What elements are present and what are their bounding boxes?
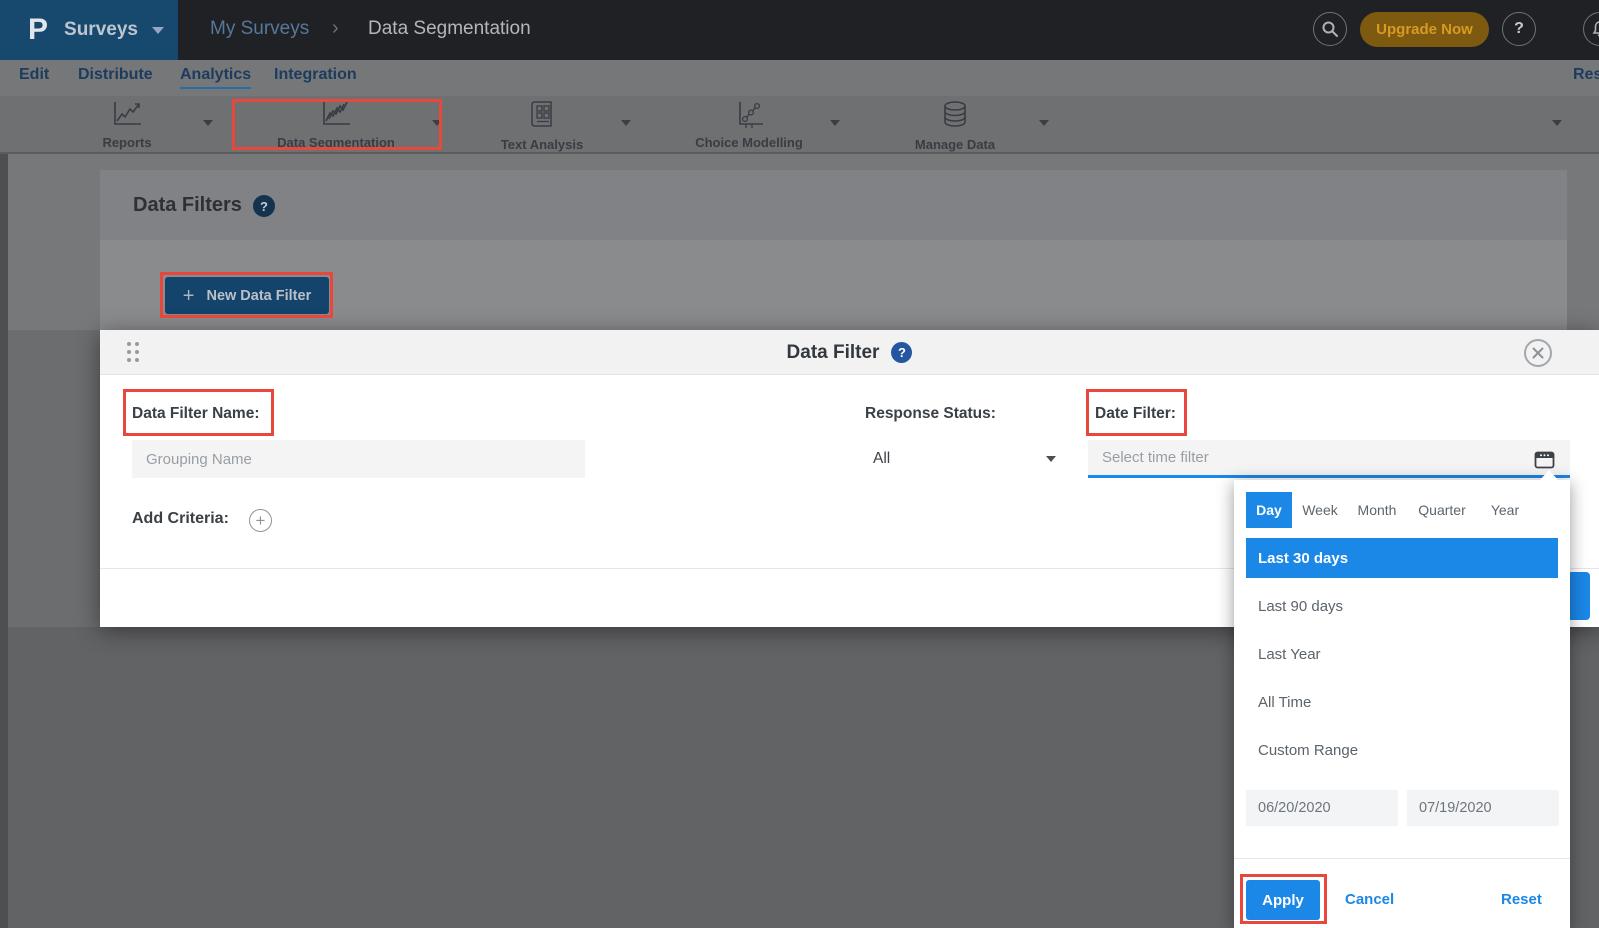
brand-logo-icon: P (28, 13, 48, 47)
product-name: Surveys (64, 19, 138, 41)
response-status-label: Response Status: (865, 405, 996, 423)
more-tools-dropdown-caret[interactable] (1552, 120, 1562, 126)
tab-quarter[interactable]: Quarter (1414, 492, 1470, 528)
data-filters-help-icon[interactable]: ? (253, 195, 275, 217)
reports-dropdown-caret[interactable] (203, 120, 213, 126)
toolbar-label: Choice Modelling (674, 135, 824, 150)
option-last-90-days[interactable]: Last 90 days (1246, 586, 1558, 626)
question-mark-glyph: ? (260, 199, 268, 214)
page-title: Data Filters (133, 194, 242, 217)
tab-day[interactable]: Day (1246, 492, 1292, 528)
dropdown-notch (1540, 470, 1558, 480)
cancel-link[interactable]: Cancel (1345, 891, 1394, 908)
plus-icon: + (256, 511, 266, 531)
database-icon (940, 100, 970, 130)
upgrade-now-button[interactable]: Upgrade Now (1360, 12, 1489, 47)
segmentation-chart-icon (319, 100, 353, 128)
dropdown-footer-separator (1234, 858, 1570, 859)
date-filter-label: Date Filter: (1095, 405, 1176, 423)
help-button[interactable]: ? (1502, 12, 1536, 46)
modal-close-button[interactable] (1524, 339, 1552, 367)
toolbar-label: Reports (52, 135, 202, 150)
tab-analytics[interactable]: Analytics (180, 66, 251, 89)
tab-distribute[interactable]: Distribute (78, 66, 153, 84)
breadcrumb-my-surveys[interactable]: My Surveys (210, 18, 309, 40)
tab-week[interactable]: Week (1298, 492, 1342, 528)
toolbar-label: Data Segmentation (261, 135, 411, 150)
chevron-down-icon (1046, 456, 1056, 462)
chevron-down-icon (152, 27, 164, 34)
add-criteria-button[interactable]: + (249, 509, 272, 532)
upgrade-now-label: Upgrade Now (1376, 21, 1473, 38)
search-button[interactable] (1313, 12, 1347, 46)
text-analysis-dropdown-caret[interactable] (621, 120, 631, 126)
top-navbar: P Surveys My Surveys › Data Segmentation… (0, 0, 1599, 60)
toolbar-item-manage-data[interactable]: Manage Data (880, 100, 1030, 152)
response-status-value: All (873, 450, 890, 468)
modal-title: Data Filter (787, 342, 880, 364)
range-start-input[interactable] (1246, 790, 1398, 826)
data-segmentation-dropdown-caret[interactable] (432, 120, 442, 126)
choice-modelling-icon (732, 100, 766, 128)
date-filter-input[interactable] (1088, 440, 1570, 478)
add-criteria-label: Add Criteria: (132, 510, 229, 528)
modal-backdrop-left (0, 330, 100, 627)
question-mark-glyph: ? (898, 345, 906, 360)
analytics-toolbar: Reports Data Segmentation Text Analysis (0, 96, 1599, 154)
toolbar-item-choice-modelling[interactable]: Choice Modelling (674, 100, 824, 150)
plus-icon: + (183, 286, 195, 306)
toolbar-item-text-analysis[interactable]: Text Analysis (467, 100, 617, 152)
toolbar-label: Manage Data (880, 137, 1030, 152)
date-filter-dropdown: Day Week Month Quarter Year Last 30 days… (1234, 480, 1570, 928)
line-chart-icon (110, 100, 144, 128)
tab-month[interactable]: Month (1352, 492, 1402, 528)
question-mark-icon: ? (1514, 20, 1524, 38)
toolbar-item-data-segmentation[interactable]: Data Segmentation (261, 100, 411, 150)
product-switcher[interactable]: P Surveys (0, 0, 178, 60)
name-field-label: Data Filter Name: (132, 405, 259, 423)
close-icon (1532, 347, 1544, 359)
modal-help-icon[interactable]: ? (891, 342, 912, 363)
response-status-select[interactable]: All (860, 440, 1070, 478)
toolbar-item-reports[interactable]: Reports (52, 100, 202, 150)
new-data-filter-button[interactable]: + New Data Filter (165, 277, 329, 314)
bell-icon (1591, 20, 1599, 38)
range-end-input[interactable] (1407, 790, 1559, 826)
tab-edit[interactable]: Edit (19, 66, 49, 84)
app-screen: P Surveys My Surveys › Data Segmentation… (0, 0, 1599, 928)
option-custom-range[interactable]: Custom Range (1246, 730, 1558, 770)
modal-title-wrap: Data Filter ? (100, 330, 1599, 375)
text-analysis-icon (527, 100, 557, 130)
option-all-time[interactable]: All Time (1246, 682, 1558, 722)
apply-button[interactable]: Apply (1246, 880, 1320, 920)
search-icon (1321, 20, 1339, 38)
breadcrumb-separator-icon: › (332, 17, 339, 40)
tab-integration[interactable]: Integration (274, 66, 357, 84)
grouping-name-input[interactable] (132, 440, 585, 478)
section-tabs: Edit Distribute Analytics Integration Re… (0, 60, 1599, 96)
tab-responses-partial[interactable]: Res (1573, 66, 1599, 84)
manage-data-dropdown-caret[interactable] (1039, 120, 1049, 126)
notifications-button[interactable] (1583, 12, 1599, 46)
data-filters-panel-header (100, 170, 1567, 240)
page-edge-strip (0, 154, 8, 928)
tab-year[interactable]: Year (1484, 492, 1526, 528)
reset-link[interactable]: Reset (1501, 891, 1542, 908)
new-data-filter-label: New Data Filter (206, 288, 311, 304)
toolbar-label: Text Analysis (467, 137, 617, 152)
breadcrumb-current: Data Segmentation (368, 18, 531, 40)
option-last-30-days[interactable]: Last 30 days (1246, 538, 1558, 578)
option-last-year[interactable]: Last Year (1246, 634, 1558, 674)
choice-modelling-dropdown-caret[interactable] (830, 120, 840, 126)
